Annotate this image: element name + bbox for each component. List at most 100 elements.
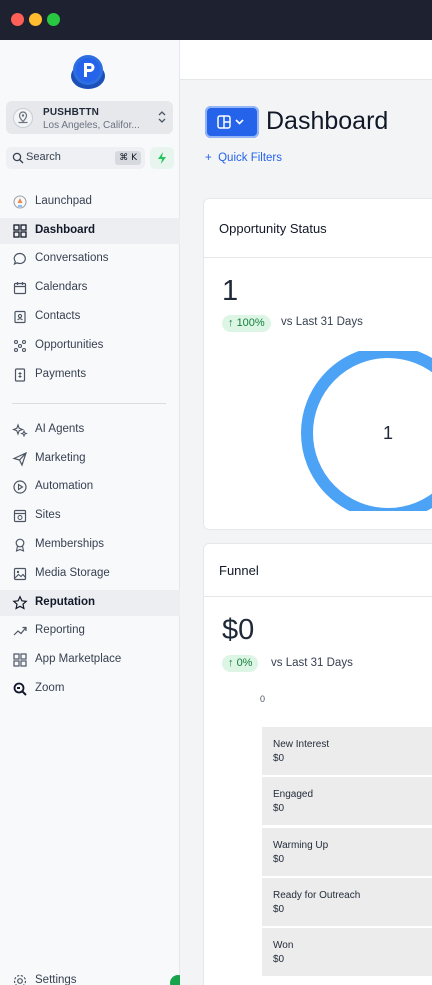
grid-icon: [13, 653, 27, 667]
payments-icon: [14, 368, 26, 382]
funnel-stage-row[interactable]: Engaged $0: [262, 777, 432, 825]
opportunities-icon: [13, 339, 27, 353]
sidebar-item-reporting[interactable]: Reporting: [0, 618, 180, 644]
funnel-stage-value: $0: [273, 854, 285, 865]
card-divider: [204, 257, 432, 258]
card-title: Opportunity Status: [219, 221, 327, 236]
donut-center-value: 1: [383, 423, 393, 443]
change-value: 0%: [236, 657, 253, 669]
sidebar-item-payments[interactable]: Payments: [0, 362, 180, 388]
sidebar-item-label: Reporting: [35, 624, 85, 636]
sidebar-item-label: Settings: [35, 974, 77, 985]
funnel-axis-zero: 0: [260, 694, 266, 704]
sidebar-item-label: AI Agents: [35, 423, 85, 435]
funnel-stage-row[interactable]: New Interest $0: [262, 727, 432, 775]
window-titlebar: [0, 0, 432, 40]
calendar-icon: [13, 282, 27, 295]
funnel-stage-value: $0: [273, 954, 285, 965]
sidebar-item-label: Marketing: [35, 452, 86, 464]
sidebar-item-label: Contacts: [35, 310, 81, 322]
sidebar-item-memberships[interactable]: Memberships: [0, 532, 180, 558]
sidebar-item-ai-agents[interactable]: AI Agents: [0, 417, 180, 443]
search-input[interactable]: Search ⌘ K: [6, 147, 145, 169]
donut-ring: [301, 351, 432, 511]
status-donut-chart: 1: [301, 351, 432, 511]
sidebar-item-label: Zoom: [35, 682, 65, 694]
funnel-stage-value: $0: [273, 904, 285, 915]
funnel-stage-name: Engaged: [273, 789, 314, 800]
sidebar-item-automation[interactable]: Automation: [0, 474, 180, 500]
sidebar-item-label: Launchpad: [35, 195, 92, 207]
automation-icon: [13, 480, 27, 494]
change-value: 100%: [236, 317, 265, 329]
account-switcher[interactable]: PUSHBTTN Los Angeles, Califor...: [6, 101, 173, 134]
chat-bubble-icon: [13, 252, 26, 266]
lightning-icon: [158, 152, 166, 164]
sidebar-item-label: Dashboard: [35, 224, 96, 236]
sidebar-item-settings[interactable]: Settings: [0, 968, 186, 985]
dashboard-switcher-button[interactable]: [205, 106, 259, 138]
funnel-stage-name: Ready for Outreach: [273, 890, 361, 901]
funnel-total-value: $0: [222, 614, 255, 646]
contacts-book-icon: [14, 310, 26, 324]
quick-filters-button[interactable]: + Quick Filters: [205, 152, 282, 164]
zoom-icon: [13, 682, 27, 696]
funnel-stage-name: New Interest: [273, 739, 330, 750]
maximize-window-button[interactable]: [47, 13, 60, 26]
sidebar-item-calendars[interactable]: Calendars: [0, 275, 180, 301]
sidebar-item-label: Memberships: [35, 538, 105, 550]
plus-icon: +: [205, 152, 212, 164]
sidebar-item-conversations[interactable]: Conversations: [0, 246, 180, 272]
sidebar-item-sites[interactable]: Sites: [0, 503, 180, 529]
sidebar-item-opportunities[interactable]: Opportunities: [0, 333, 180, 359]
funnel-stage-value: $0: [273, 803, 285, 814]
minimize-window-button[interactable]: [29, 13, 42, 26]
sidebar-item-label: Calendars: [35, 281, 88, 293]
sidebar-item-launchpad[interactable]: Launchpad: [0, 189, 180, 215]
funnel-stage-row[interactable]: Won $0: [262, 928, 432, 976]
chevron-up-down-icon: [158, 111, 166, 123]
sidebar-item-label: Opportunities: [35, 339, 104, 351]
launchpad-icon: [13, 195, 27, 209]
arrow-up-icon: ↑: [228, 317, 234, 329]
sidebar-item-label: Automation: [35, 480, 94, 492]
sidebar-item-reputation[interactable]: Reputation: [0, 590, 180, 616]
location-avatar: [13, 108, 33, 128]
sidebar-item-marketing[interactable]: Marketing: [0, 446, 180, 472]
search-icon: [12, 152, 24, 164]
account-location: Los Angeles, Califor...: [43, 120, 140, 131]
quick-filters-label: Quick Filters: [218, 152, 283, 164]
sidebar-item-media-storage[interactable]: Media Storage: [0, 561, 180, 587]
sidebar-item-label: Media Storage: [35, 567, 110, 579]
sidebar-item-label: Reputation: [35, 596, 96, 608]
brand-logo-icon[interactable]: [70, 54, 106, 90]
sidebar-item-contacts[interactable]: Contacts: [0, 304, 180, 330]
sidebar-item-label: Conversations: [35, 252, 109, 264]
paper-plane-icon: [12, 451, 28, 467]
top-header: [180, 40, 432, 80]
funnel-stage-name: Warming Up: [273, 840, 329, 851]
card-divider: [204, 596, 432, 597]
sidebar-item-zoom[interactable]: Zoom: [0, 676, 180, 702]
quick-action-button[interactable]: [150, 147, 174, 169]
gear-icon: [13, 974, 27, 985]
funnel-stage-row[interactable]: Ready for Outreach $0: [262, 878, 432, 926]
page-title: Dashboard: [266, 107, 389, 135]
comparison-label: vs Last 31 Days: [271, 657, 353, 669]
sites-icon: [13, 509, 27, 523]
dashboard-icon: [13, 224, 27, 238]
sidebar-item-app-marketplace[interactable]: App Marketplace: [0, 647, 180, 673]
search-label: Search: [26, 151, 61, 163]
sidebar-item-dashboard[interactable]: Dashboard: [0, 218, 180, 244]
funnel-stage-row[interactable]: Warming Up $0: [262, 828, 432, 876]
award-icon: [15, 538, 25, 552]
star-icon: [12, 595, 28, 610]
location-pin-icon: [18, 111, 28, 124]
layout-icon: [217, 115, 244, 129]
opportunity-status-card: Opportunity Status 1 ↑ 100% vs Last 31 D…: [203, 198, 432, 530]
funnel-stage-value: $0: [273, 753, 285, 764]
comparison-label: vs Last 31 Days: [281, 316, 363, 328]
close-window-button[interactable]: [11, 13, 24, 26]
trend-icon: [13, 626, 27, 636]
account-name: PUSHBTTN: [43, 107, 100, 118]
